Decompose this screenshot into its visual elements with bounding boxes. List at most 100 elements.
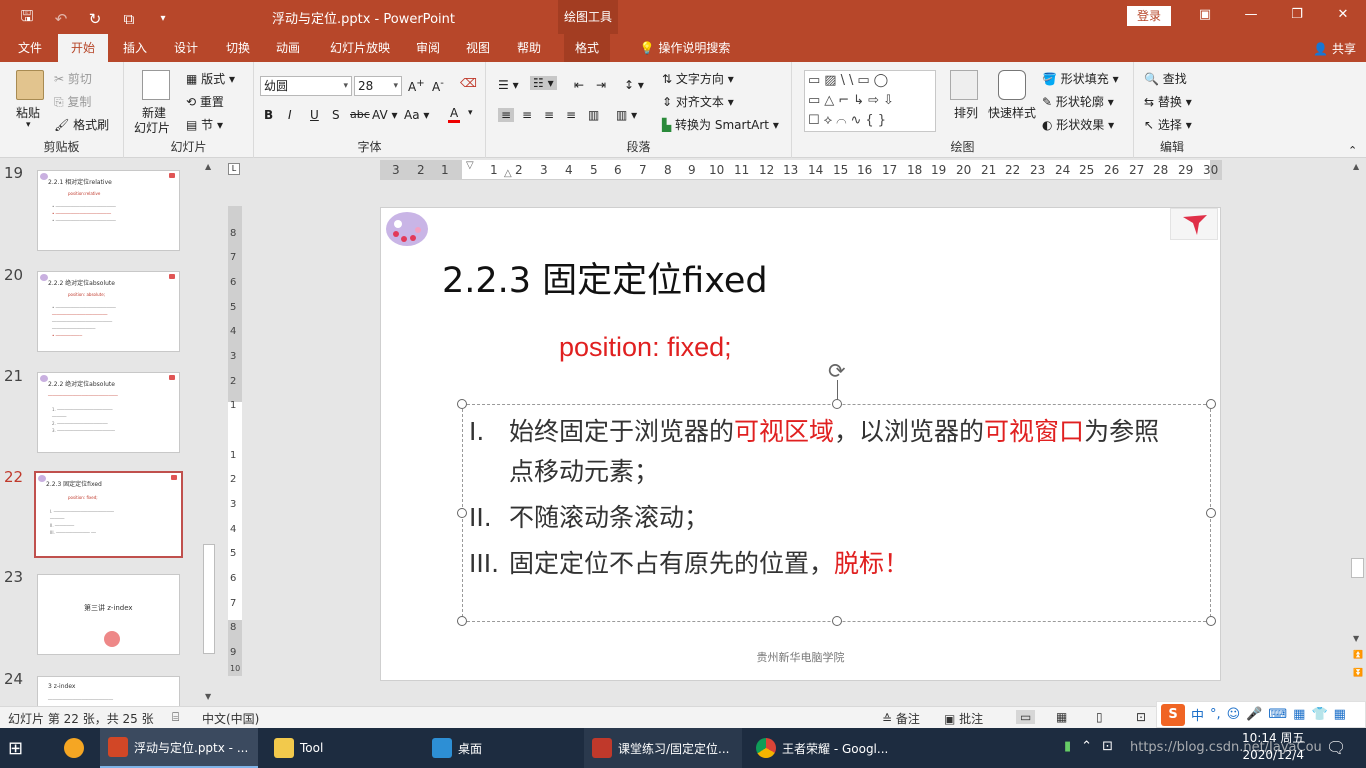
taskbar-item-powerpoint[interactable]: 浮动与定位.pptx - ... — [100, 728, 258, 768]
align-center-icon[interactable]: ≡ — [522, 108, 532, 122]
editor-scroll-thumb[interactable] — [1351, 558, 1364, 578]
tell-me-search[interactable]: 💡 操作说明搜索 — [630, 34, 740, 62]
slide-title[interactable]: 2.2.3 固定定位fixed — [442, 252, 768, 303]
ime-toolbar[interactable]: S 中 °, ☺ 🎤 ⌨ ▦ 👕 ▦ — [1156, 701, 1366, 728]
ime-punct-icon[interactable]: °, — [1210, 707, 1221, 722]
sogou-ime-icon[interactable]: S — [1161, 703, 1185, 726]
slide-sorter-icon[interactable]: ▦ — [1056, 710, 1067, 724]
slide-canvas[interactable]: 2.2.3 固定定位fixed position: fixed; ⟳ I. 始终固… — [380, 207, 1221, 681]
slide-code-text[interactable]: position: fixed; — [559, 332, 732, 363]
ime-tools-icon[interactable]: ▦ — [1293, 707, 1305, 722]
shadow-icon[interactable]: S — [332, 108, 340, 122]
paste-icon[interactable] — [16, 70, 44, 100]
next-slide-icon[interactable]: ⏬ — [1353, 668, 1363, 677]
slide-thumbnail-22[interactable]: 2.2.3 固定定位fixed position: fixed; I. ────… — [34, 471, 183, 558]
new-slide-icon[interactable] — [142, 70, 170, 100]
cut-button[interactable]: ✂ 剪切 — [54, 70, 92, 87]
thumbnail-scrollbar[interactable]: ▲ ▼ — [201, 160, 217, 706]
align-right-icon[interactable]: ≡ — [544, 108, 554, 122]
increase-indent-icon[interactable]: ⇥ — [596, 78, 606, 92]
undo-icon[interactable]: ↶ — [52, 10, 70, 28]
quick-styles-icon[interactable] — [998, 70, 1026, 100]
shrink-font-icon[interactable]: A- — [432, 78, 444, 94]
scroll-down-icon[interactable]: ▼ — [1353, 634, 1359, 643]
resize-handle-sw[interactable] — [457, 616, 467, 626]
font-color-icon[interactable]: A — [448, 106, 461, 123]
slide-thumbnail-20[interactable]: 2.2.2 绝对定位absolute position: absolute; •… — [37, 271, 180, 352]
spellcheck-icon[interactable]: ⌸ — [172, 710, 179, 725]
taskbar-app-icon[interactable] — [56, 728, 96, 768]
distributed-icon[interactable]: ▥ — [588, 108, 599, 122]
change-case-icon[interactable]: Aa ▾ — [404, 108, 429, 122]
clear-format-icon[interactable]: ⌫ — [460, 76, 477, 90]
close-icon[interactable]: ✕ — [1320, 0, 1366, 30]
tab-slideshow[interactable]: 幻灯片放映 — [320, 34, 400, 62]
shape-effects-button[interactable]: ◐ 形状效果 ▾ — [1042, 116, 1114, 133]
ime-mode-icon[interactable]: 中 — [1191, 705, 1204, 724]
slide-thumbnail-19[interactable]: 2.2.1 相对定位relative position:relative • ─… — [37, 170, 180, 251]
arrange-button[interactable]: 排列 — [954, 104, 978, 121]
chevron-down-icon[interactable]: ▾ — [343, 77, 348, 95]
taskbar-item-folder[interactable]: Tool — [266, 728, 416, 768]
list-item[interactable]: III. 固定定位不占有原先的位置，脱标！ — [469, 544, 909, 580]
minimize-icon[interactable]: — — [1228, 0, 1274, 30]
resize-handle-w[interactable] — [457, 508, 467, 518]
tab-format[interactable]: 格式 — [564, 34, 610, 62]
comments-button[interactable]: ▣ 批注 — [944, 710, 983, 727]
taskbar-item-chrome[interactable]: 王者荣耀 - Googl... — [748, 728, 906, 768]
slide-thumbnail-24[interactable]: 3 z-index ─────────────────────────── — [37, 676, 180, 706]
share-button[interactable]: 👤 共享 — [1313, 40, 1356, 57]
slide-thumbnail-23[interactable]: 第三讲 z-index — [37, 574, 180, 655]
tab-review[interactable]: 审阅 — [408, 34, 448, 62]
customize-qat-icon[interactable]: ▾ — [154, 13, 172, 24]
columns-icon[interactable]: ▥ ▾ — [616, 108, 637, 122]
notification-icon[interactable]: 🗨 — [1326, 738, 1346, 757]
battery-icon[interactable]: ▮ — [1064, 739, 1071, 754]
format-painter-button[interactable]: 🖌 格式刷 — [54, 116, 109, 133]
align-text-button[interactable]: ⇕ 对齐文本 ▾ — [662, 93, 734, 110]
decrease-indent-icon[interactable]: ⇤ — [574, 78, 584, 92]
tab-view[interactable]: 视图 — [458, 34, 498, 62]
scroll-up-icon[interactable]: ▲ — [1353, 162, 1359, 171]
ime-skin-icon[interactable]: 👕 — [1311, 707, 1327, 722]
shape-outline-button[interactable]: ✎ 形状轮廓 ▾ — [1042, 93, 1114, 110]
font-color-dropdown-icon[interactable]: ▾ — [468, 108, 473, 118]
paste-button[interactable]: 粘贴 — [16, 104, 40, 121]
bullets-icon[interactable]: ☰ ▾ — [498, 78, 519, 92]
text-direction-button[interactable]: ⇅ 文字方向 ▾ — [662, 70, 734, 87]
justify-icon[interactable]: ≡ — [566, 108, 576, 122]
shapes-gallery[interactable]: ▭▨\\▭◯ ▭△⌐↳⇨⇩ ☐⟡⌒∿{} — [804, 70, 936, 132]
ime-emoji-icon[interactable]: ☺ — [1227, 707, 1241, 722]
restore-icon[interactable]: ❐ — [1274, 0, 1320, 30]
thumbnail-scroll-thumb[interactable] — [203, 544, 215, 654]
taskbar-item-desktop[interactable]: 桌面 — [424, 728, 576, 768]
taskbar-clock[interactable]: 10:14 周五 2020/12/4 — [1242, 730, 1304, 764]
font-size-combo[interactable]: 28 ▾ — [354, 76, 402, 96]
indent-marker-icon[interactable]: ▽ — [466, 160, 474, 171]
scroll-down-icon[interactable]: ▼ — [205, 692, 211, 701]
new-slide-button-line2[interactable]: 幻灯片 — [134, 119, 170, 136]
hanging-indent-icon[interactable]: △ — [504, 168, 512, 179]
numbering-icon[interactable]: ☷ ▾ — [530, 76, 557, 90]
char-spacing-icon[interactable]: AV ▾ — [372, 108, 398, 122]
paste-dropdown-icon[interactable]: ▾ — [26, 120, 31, 130]
grow-font-icon[interactable]: A+ — [408, 78, 425, 94]
slide-thumbnail-21[interactable]: 2.2.2 绝对定位absolute ─────────────────────… — [37, 372, 180, 453]
reset-button[interactable]: ⟲ 重置 — [186, 93, 224, 110]
redo-icon[interactable]: ↻ — [86, 10, 104, 28]
normal-view-icon[interactable]: ▭ — [1016, 710, 1036, 724]
tab-design[interactable]: 设计 — [164, 34, 208, 62]
tab-home[interactable]: 开始 — [58, 34, 108, 62]
resize-handle-nw[interactable] — [457, 399, 467, 409]
chevron-down-icon[interactable]: ▾ — [393, 77, 398, 95]
reading-view-icon[interactable]: ▯ — [1096, 710, 1103, 724]
font-name-combo[interactable]: 幼圆 ▾ — [260, 76, 352, 96]
slideshow-icon[interactable]: ⊡ — [1136, 710, 1146, 724]
find-button[interactable]: 🔍 查找 — [1144, 70, 1187, 87]
present-icon[interactable]: ⧉ — [120, 10, 138, 28]
language-indicator[interactable]: 中文(中国) — [202, 710, 259, 727]
select-button[interactable]: ↖ 选择 ▾ — [1144, 116, 1192, 133]
tab-transitions[interactable]: 切换 — [216, 34, 260, 62]
italic-icon[interactable]: I — [288, 108, 292, 122]
resize-handle-ne[interactable] — [1206, 399, 1216, 409]
